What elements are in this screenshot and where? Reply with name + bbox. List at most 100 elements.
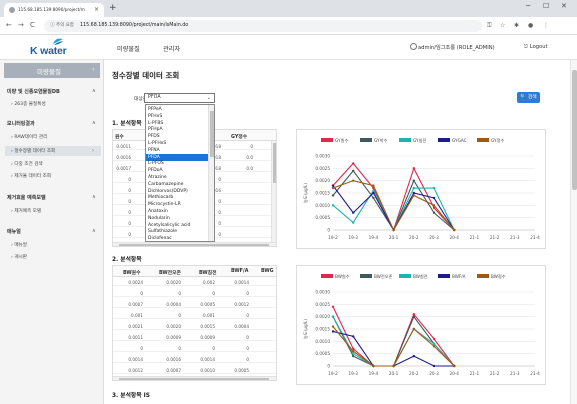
menu-trace-substances[interactable]: 미량물질	[117, 44, 140, 53]
table-cell: 0	[128, 210, 131, 215]
sidebar-group-model[interactable]: 제거효율 예측모델	[7, 194, 46, 201]
security-warning[interactable]: ⓘ 주의 요함	[50, 22, 74, 28]
logout-button[interactable]: ⎋ Logout	[524, 44, 548, 51]
table-cell: 0.0	[246, 155, 253, 160]
substance-select[interactable]: PFOA ⌄	[144, 93, 215, 103]
legend-swatch	[477, 138, 489, 142]
table-cell: 0.0012	[234, 302, 249, 307]
legend-label: GY침전	[413, 137, 426, 143]
y-tick-label: 0.0030	[315, 154, 330, 159]
table-cell: 0	[178, 291, 181, 296]
chevron-up-icon[interactable]: ∧	[92, 88, 96, 94]
substance-dropdown-list[interactable]: PFPeA PFHxS L-PFBS PFHpA PFDS L-PFHxS PFNA PFDA…	[145, 104, 215, 242]
key-icon[interactable]: ⚿	[487, 22, 492, 30]
logo[interactable]: K water	[30, 37, 96, 59]
table-row: 0.0014 0.0016 0.0014 0	[113, 355, 276, 363]
column-header[interactable]: GY정수	[231, 133, 247, 140]
legend-swatch	[321, 274, 333, 278]
table-cell: 0	[178, 346, 181, 351]
data-point	[412, 327, 415, 331]
data-point	[331, 184, 335, 187]
menu-icon[interactable]: ⋮	[543, 22, 549, 29]
chevron-up-icon[interactable]: ∧	[92, 194, 96, 200]
y-tick-label: 0.0015	[315, 191, 330, 196]
close-tab-icon[interactable]: ×	[94, 6, 99, 13]
url-text: 115.68.185.139:8090/project/main/isMain.…	[80, 23, 189, 28]
legend-swatch	[438, 138, 450, 142]
sidebar-item-raw-data[interactable]: › RAW데이터 관리	[11, 134, 47, 140]
table-cell: 0.0016	[166, 357, 181, 362]
series-line	[332, 187, 455, 232]
sidebar-item-properties[interactable]: › 263종 물질특성	[11, 101, 46, 107]
y-tick-label: 0.0030	[315, 290, 330, 295]
table-scrollbar-horizontal[interactable]	[113, 376, 276, 380]
search-button[interactable]: 🔍 검색	[517, 92, 540, 103]
data-point	[372, 184, 375, 187]
sidebar-item-prediction-model[interactable]: › 제거예측 모델	[11, 208, 41, 214]
address-bar: ← → C ⓘ 주의 요함 115.68.185.139:8090/projec…	[0, 17, 577, 35]
sidebar-group-manual[interactable]: 매뉴얼	[7, 228, 21, 235]
table-cell: 0.0024	[128, 280, 143, 285]
column-header[interactable]: BWG	[261, 269, 274, 274]
chevron-down-icon: ⌄	[206, 95, 211, 101]
data-point	[392, 228, 395, 232]
chevron-up-icon[interactable]: ∧	[92, 120, 96, 126]
dropdown-scrollbar[interactable]	[208, 105, 214, 241]
data-point	[372, 191, 375, 195]
new-tab-icon[interactable]: +	[109, 3, 117, 13]
menu-admin[interactable]: 관리자	[163, 44, 180, 53]
sidebar-group-db[interactable]: 미량 및 신종오염물질DB	[7, 88, 60, 95]
maximize-icon[interactable]: ☐	[543, 2, 549, 10]
sidebar-item-multi-search[interactable]: › 다중 조건 검색	[11, 161, 43, 167]
sidebar-item-manual[interactable]: › 매뉴얼	[11, 242, 27, 248]
url-field[interactable]: ⓘ 주의 요함 115.68.185.139:8090/project/main…	[44, 20, 482, 32]
column-header[interactable]: BWF/A	[231, 269, 248, 274]
legend-swatch	[360, 274, 372, 278]
data-point	[372, 189, 375, 192]
legend-label: BWF/A	[452, 274, 466, 279]
table-scrollbar-vertical[interactable]	[271, 141, 276, 243]
collapse-sidebar-icon[interactable]: ‹	[92, 65, 95, 73]
extension-icon[interactable]: ✱	[514, 22, 519, 29]
section-title-2: 2. 분석항목	[112, 257, 142, 263]
data-point	[412, 186, 415, 190]
section-title-3: 3. 분석항목 IS	[112, 393, 150, 399]
back-icon[interactable]: ←	[6, 21, 12, 29]
table-cell: 0	[128, 177, 131, 182]
column-header[interactable]: BW전오존	[159, 269, 181, 276]
close-window-icon[interactable]: ✕	[561, 2, 567, 10]
table-row: 0.0021 0.0020 0.0015 0.0004	[113, 322, 276, 330]
reload-icon[interactable]: C	[30, 21, 35, 29]
line-chart-2: BW원수 BW전오존 BW침전 BWF/A BW정수 0.0030 0.0025 0.0020…	[296, 265, 546, 385]
forward-icon[interactable]: →	[18, 21, 24, 29]
minimize-icon[interactable]: ─	[526, 2, 530, 10]
table-cell: 0.001	[131, 313, 143, 318]
table-scrollbar-horizontal[interactable]	[113, 242, 276, 246]
chevron-up-icon[interactable]: ∧	[92, 228, 96, 234]
dropdown-option[interactable]: Diclofenac	[146, 235, 210, 241]
data-table-2: BW원수 BW전오존 BW침전 BWF/A BWG 0.0024 0.0020 0.…	[112, 265, 277, 381]
table-row: 0.0024 0.0020 0.002 0.0014	[113, 278, 276, 286]
sidebar-item-board[interactable]: › 게시판	[11, 254, 27, 260]
sidebar-group-monitoring[interactable]: 모니터링결과	[7, 120, 35, 127]
column-header[interactable]: BW침전	[199, 269, 217, 276]
page-scrollbar[interactable]	[570, 60, 577, 404]
data-point	[412, 167, 415, 170]
column-header[interactable]: 원수	[115, 133, 124, 140]
y-tick-label: 0.0025	[315, 302, 330, 307]
star-icon[interactable]: ☆	[500, 22, 505, 29]
browser-tabstrip: 115.68.185.139:8090/project/m × + ─ ☐ ✕	[0, 0, 577, 17]
table-cell: 0	[128, 188, 131, 193]
profile-icon[interactable]: ●	[528, 22, 533, 29]
legend-label: GY착수	[374, 137, 387, 144]
browser-tab[interactable]: 115.68.185.139:8090/project/m ×	[4, 3, 104, 17]
table-cell: 0.0014	[234, 280, 249, 285]
table-header: BW원수 BW전오존 BW침전 BWF/A BWG	[113, 266, 276, 277]
sidebar-item-removal-data[interactable]: › 제거율 데이터 조회	[11, 173, 51, 179]
x-tick-label: 19-4	[369, 235, 379, 240]
app-header: K water 미량물질 관리자 admin/임그조룡 (ROLE_ADMIN)…	[0, 35, 577, 60]
column-header[interactable]: BW원수	[123, 269, 141, 276]
sidebar-item-plant-data[interactable]: › 정수장별 데이터 조회	[5, 146, 101, 156]
y-tick-label: 0.0005	[315, 351, 330, 356]
line-chart-1: GY원수 GY착수 GY침전 GYGAC GY정수 0.0030 0.0025 0.0020 0…	[296, 129, 546, 249]
